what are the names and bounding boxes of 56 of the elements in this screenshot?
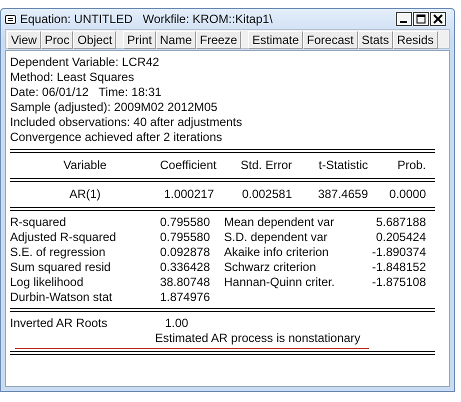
- table-cell-text: AR(1): [68, 187, 102, 202]
- toolbar-button[interactable]: Object: [73, 31, 116, 49]
- stat-value: 0.205424: [374, 230, 426, 245]
- stat-value: 0.795580: [158, 215, 210, 230]
- header-line: Sample (adjusted): 2009M02 2012M05: [10, 100, 218, 115]
- column-header: Variable: [62, 158, 108, 173]
- stat-label: Schwarz criterion: [223, 260, 318, 275]
- minimize-icon[interactable]: [396, 12, 412, 26]
- stat-value: 1.874976: [158, 290, 210, 305]
- stat-label: Adjusted R-squared: [10, 230, 118, 245]
- roots-value: 1.00: [165, 316, 190, 331]
- roots-label: Inverted AR Roots: [10, 316, 108, 331]
- stat-label: Log likelihood: [10, 275, 84, 290]
- maximize-icon[interactable]: [413, 12, 429, 26]
- stat-label: Hannan-Quinn criter.: [223, 275, 336, 290]
- toolbar-button[interactable]: Forecast: [302, 31, 358, 49]
- toolbar-button[interactable]: Proc: [40, 31, 74, 49]
- toolbar-button[interactable]: Stats: [358, 31, 393, 49]
- toolbar-button[interactable]: Print: [123, 31, 156, 49]
- toolbar-button[interactable]: Estimate: [248, 31, 303, 49]
- stat-value: -1.890374: [370, 245, 426, 260]
- stat-value: -1.875108: [370, 275, 426, 290]
- header-line: Dependent Variable: LCR42: [10, 55, 160, 70]
- stat-label: Sum squared resid: [10, 260, 112, 275]
- stat-value: 38.80748: [158, 275, 210, 290]
- toolbar-button[interactable]: View: [7, 31, 41, 49]
- window-title: Equation: UNTITLED Workfile: KROM::Kitap1\: [20, 12, 274, 26]
- table-cell-text: 1.000217: [162, 187, 214, 202]
- column-header: Std. Error: [240, 158, 292, 173]
- column-header: Prob.: [396, 158, 426, 173]
- toolbar-button[interactable]: Name: [156, 31, 196, 49]
- header-line: Date: 06/01/12 Time: 18:31: [10, 85, 162, 100]
- table-cell-text: 0.0000: [388, 187, 426, 202]
- stat-value: 0.092878: [158, 245, 210, 260]
- stat-value: 5.687188: [374, 215, 426, 230]
- header-line: Included observations: 40 after adjustments: [10, 115, 242, 130]
- stat-label: Akaike info criterion: [223, 245, 330, 260]
- table-cell-text: 0.002581: [240, 187, 292, 202]
- stat-value: 0.795580: [158, 230, 210, 245]
- stat-value: -1.848152: [370, 260, 426, 275]
- stat-label: S.E. of regression: [10, 245, 106, 260]
- stat-value: 0.336428: [158, 260, 210, 275]
- header-line: Method: Least Squares: [10, 70, 134, 85]
- header-line: Convergence achieved after 2 iterations: [10, 130, 222, 145]
- table-cell-text: 387.4659: [316, 187, 368, 202]
- toolbar-button[interactable]: Resids: [392, 31, 438, 49]
- stat-label: Mean dependent var: [223, 215, 336, 230]
- close-icon[interactable]: [430, 12, 446, 26]
- column-header: t-Statistic: [318, 158, 368, 173]
- menu-icon[interactable]: [5, 14, 16, 24]
- toolbar-button[interactable]: Freeze: [196, 31, 242, 49]
- column-header: Coefficient: [160, 158, 214, 173]
- stat-label: S.D. dependent var: [223, 230, 328, 245]
- stat-label: R-squared: [10, 215, 68, 230]
- stat-label: Durbin-Watson stat: [10, 290, 114, 305]
- roots-note: Estimated AR process is nonstationary: [155, 331, 360, 346]
